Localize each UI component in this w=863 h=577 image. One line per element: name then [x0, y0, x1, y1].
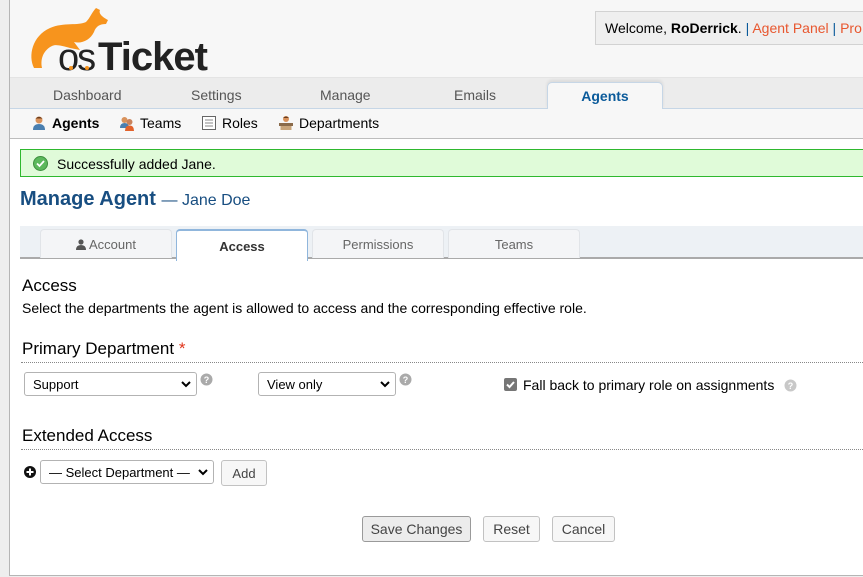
reset-button[interactable]: Reset [483, 516, 540, 542]
extended-access-heading: Extended Access [22, 426, 153, 445]
agent-tabs: Account Access Permissions Teams [20, 226, 863, 261]
subnav-label: Departments [299, 115, 380, 131]
welcome-prefix: Welcome, [605, 20, 671, 36]
agent-icon [33, 116, 45, 130]
subnav-label: Roles [222, 115, 258, 131]
check-circle-icon [33, 156, 48, 171]
kangaroo-logo-icon: os Ticket [31, 8, 209, 79]
teams-icon [120, 117, 134, 131]
cancel-button[interactable]: Cancel [552, 516, 615, 542]
nav-tab-agents[interactable]: Agents [547, 82, 663, 109]
success-message: Successfully added Jane. [20, 149, 863, 177]
svg-text:os: os [58, 37, 95, 74]
separator: | [832, 20, 837, 36]
user-icon [76, 239, 86, 250]
access-description: Select the departments the agent is allo… [22, 300, 587, 316]
subnav-item-roles[interactable]: Roles [201, 115, 258, 131]
tab-teams[interactable]: Teams [448, 229, 580, 258]
sub-nav: Agents Teams Roles Departments [10, 109, 863, 139]
divider [21, 449, 863, 450]
svg-text:?: ? [204, 375, 210, 385]
select-value: View only [267, 377, 323, 392]
subnav-label: Teams [140, 115, 182, 131]
agent-panel-link[interactable]: Agent Panel [752, 20, 828, 36]
svg-text:?: ? [403, 375, 409, 385]
help-icon[interactable]: ? [784, 379, 797, 392]
access-heading: Access [22, 276, 77, 295]
primary-department-select[interactable]: Support [24, 372, 197, 396]
osticket-logo[interactable]: os Ticket [20, 6, 220, 79]
divider [21, 362, 863, 363]
profile-link[interactable]: Pro [840, 20, 862, 36]
department-icon [279, 116, 293, 130]
chevron-down-icon [198, 469, 208, 476]
subnav-item-agents[interactable]: Agents [31, 115, 99, 131]
separator: | [745, 20, 750, 36]
page-container: os Ticket Welcome, RoDerrick. | Agent Pa… [9, 0, 863, 576]
add-department-button[interactable]: Add [221, 460, 267, 486]
chevron-down-icon [380, 381, 390, 388]
page-title: Manage Agent — Jane Doe [20, 188, 250, 211]
title-text: Manage Agent [20, 188, 156, 210]
roles-icon [202, 116, 216, 130]
main-nav: Dashboard Settings Manage Emails Agents [10, 78, 863, 109]
heading-text: Primary Department [22, 339, 175, 358]
message-text: Successfully added Jane. [57, 156, 216, 172]
tab-account[interactable]: Account [40, 229, 172, 258]
nav-tab-emails[interactable]: Emails [454, 87, 496, 103]
tab-permissions[interactable]: Permissions [312, 229, 444, 258]
fallback-label: Fall back to primary role on assignments [523, 377, 775, 393]
welcome-suffix: . [737, 20, 742, 36]
subnav-item-departments[interactable]: Departments [278, 115, 379, 131]
save-changes-button[interactable]: Save Changes [362, 516, 471, 542]
username: RoDerrick [670, 20, 738, 36]
primary-role-select[interactable]: View only [258, 372, 396, 396]
nav-tab-settings[interactable]: Settings [191, 87, 242, 103]
chevron-down-icon [181, 381, 191, 388]
plus-circle-icon [24, 466, 36, 478]
header: os Ticket Welcome, RoDerrick. | Agent Pa… [10, 0, 863, 79]
agent-name: — Jane Doe [161, 192, 251, 209]
fallback-checkbox[interactable] [504, 378, 517, 391]
nav-tab-dashboard[interactable]: Dashboard [53, 87, 122, 103]
subnav-item-teams[interactable]: Teams [119, 115, 181, 131]
tab-access[interactable]: Access [176, 229, 308, 261]
select-value: — Select Department — [49, 465, 190, 480]
help-icon[interactable]: ? [399, 373, 412, 386]
tab-label: Account [89, 237, 136, 252]
user-info-bar: Welcome, RoDerrick. | Agent Panel | Pro [595, 11, 863, 45]
extended-department-select[interactable]: — Select Department — [40, 460, 214, 484]
required-mark: * [178, 339, 186, 358]
svg-text:?: ? [788, 381, 794, 391]
nav-tab-manage[interactable]: Manage [320, 87, 371, 103]
svg-text:Ticket: Ticket [98, 35, 208, 74]
primary-department-heading: Primary Department * [22, 339, 185, 359]
select-value: Support [33, 377, 79, 392]
help-icon[interactable]: ? [200, 373, 213, 386]
subnav-label: Agents [52, 115, 100, 131]
